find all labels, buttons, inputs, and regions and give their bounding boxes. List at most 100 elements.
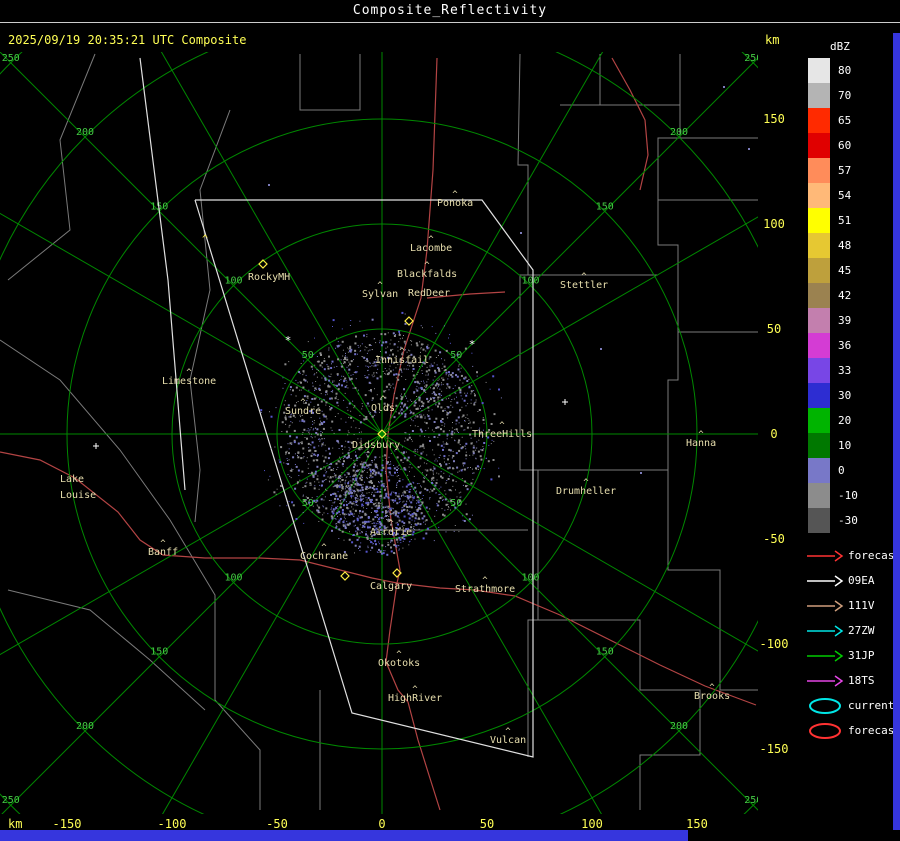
colorbar-swatch — [808, 258, 830, 283]
colorbar-swatch — [808, 133, 830, 158]
coverage-line — [140, 58, 185, 490]
legend-label: 111V — [848, 599, 875, 612]
window-title: Composite_Reflectivity — [0, 3, 900, 18]
title-divider — [0, 22, 900, 23]
road-line — [612, 58, 648, 190]
colorbar-row: 20 — [808, 408, 858, 433]
range-label: 100 — [224, 276, 242, 287]
colorbar-row: 80 — [808, 58, 858, 83]
colorbar-swatch — [808, 508, 830, 533]
road-line — [397, 583, 756, 705]
colorbar-row: 45 — [808, 258, 858, 283]
city-label: HighRiver — [388, 693, 442, 704]
boundary-line — [528, 620, 700, 810]
range-label: 150 — [596, 201, 614, 212]
coverage-polygon — [195, 200, 533, 757]
colorbar-value: 51 — [838, 214, 851, 227]
city-label: Louise — [60, 490, 96, 501]
colorbar-value: 45 — [838, 264, 851, 277]
arrow-icon — [806, 622, 844, 640]
y-axis-tick: 150 — [752, 112, 796, 126]
legend-item: 31JP — [806, 643, 900, 668]
city-label: Calgary — [370, 581, 412, 592]
y-axis-tick: -150 — [752, 742, 796, 756]
colorbar-value: 57 — [838, 164, 851, 177]
y-axis-tick: 100 — [752, 217, 796, 231]
range-label: 250 — [744, 53, 758, 64]
city-label: RedDeer — [408, 288, 450, 299]
range-label: 250 — [2, 53, 20, 64]
colorbar-swatch — [808, 183, 830, 208]
colorbar-row: 33 — [808, 358, 858, 383]
colorbar-row: 57 — [808, 158, 858, 183]
city-label: Limestone — [162, 376, 216, 387]
x-axis-tick: 150 — [686, 817, 708, 831]
colorbar-value: 65 — [838, 114, 851, 127]
legend-label: 27ZW — [848, 624, 875, 637]
ellipse-icon — [806, 722, 844, 740]
arrow-icon — [806, 547, 844, 565]
horizontal-scrollbar[interactable] — [0, 830, 688, 841]
colorbar-swatch — [808, 283, 830, 308]
arrow-icon — [806, 597, 844, 615]
colorbar-value: -30 — [838, 514, 858, 527]
range-label: 250 — [2, 795, 20, 806]
city-label: ThreeHills — [472, 429, 532, 440]
caret-marker-icon: ^ — [202, 234, 208, 245]
colorbar-row: -10 — [808, 483, 858, 508]
arrow-icon — [806, 572, 844, 590]
timestamp-label: 2025/09/19 20:35:21 UTC Composite — [8, 33, 246, 47]
colorbar-value: 80 — [838, 64, 851, 77]
colorbar-row: 54 — [808, 183, 858, 208]
boundary-line — [0, 340, 260, 810]
x-axis-tick: -50 — [266, 817, 288, 831]
colorbar-swatch — [808, 383, 830, 408]
y-axis-tick: 50 — [752, 322, 796, 336]
x-axis-tick: 100 — [581, 817, 603, 831]
y-axis-tick: 0 — [752, 427, 796, 441]
colorbar-row: 60 — [808, 133, 858, 158]
colorbar-row: 48 — [808, 233, 858, 258]
colorbar-row: 42 — [808, 283, 858, 308]
colorbar-value: 54 — [838, 189, 851, 202]
legend-label: 09EA — [848, 574, 875, 587]
colorbar-value: 33 — [838, 364, 851, 377]
city-label: Okotoks — [378, 658, 420, 669]
colorbar-value: 10 — [838, 439, 851, 452]
x-axis-tick: -100 — [158, 817, 187, 831]
boundary-line — [658, 54, 680, 470]
legend-label: current — [848, 699, 894, 712]
range-label: 150 — [596, 647, 614, 658]
colorbar-row: 65 — [808, 108, 858, 133]
city-label: Didsbury — [352, 440, 400, 451]
colorbar-value: 20 — [838, 414, 851, 427]
plus-marker-icon — [562, 399, 568, 405]
city-label: Lake — [60, 474, 84, 485]
km-unit-bottom: km — [8, 817, 22, 831]
legend-item: 27ZW — [806, 618, 900, 643]
colorbar-row: 70 — [808, 83, 858, 108]
city-label: Ponoka — [437, 198, 473, 209]
star-marker-icon: * — [469, 338, 476, 351]
range-label: 50 — [302, 350, 314, 361]
radar-map-canvas[interactable]: 5050505010010010010015015015015020020020… — [0, 52, 758, 814]
boundary-line — [190, 110, 230, 522]
vertical-scrollbar[interactable] — [893, 33, 900, 830]
colorbar-swatch — [808, 308, 830, 333]
range-label: 200 — [670, 721, 688, 732]
colorbar-value: 60 — [838, 139, 851, 152]
range-label: 100 — [224, 572, 242, 583]
colorbar-swatch — [808, 408, 830, 433]
y-axis-tick: -100 — [752, 637, 796, 651]
range-label: 150 — [150, 647, 168, 658]
colorbar-row: 30 — [808, 383, 858, 408]
colorbar-swatch — [808, 83, 830, 108]
city-label: Hanna — [686, 438, 716, 449]
city-label: Sylvan — [362, 289, 398, 300]
city-label: Strathmore — [455, 584, 515, 595]
city-label: Innisfail — [375, 355, 429, 366]
boundary-line — [8, 54, 95, 280]
y-axis-tick: -50 — [752, 532, 796, 546]
city-label: Vulcan — [490, 735, 526, 746]
range-label: 200 — [76, 721, 94, 732]
